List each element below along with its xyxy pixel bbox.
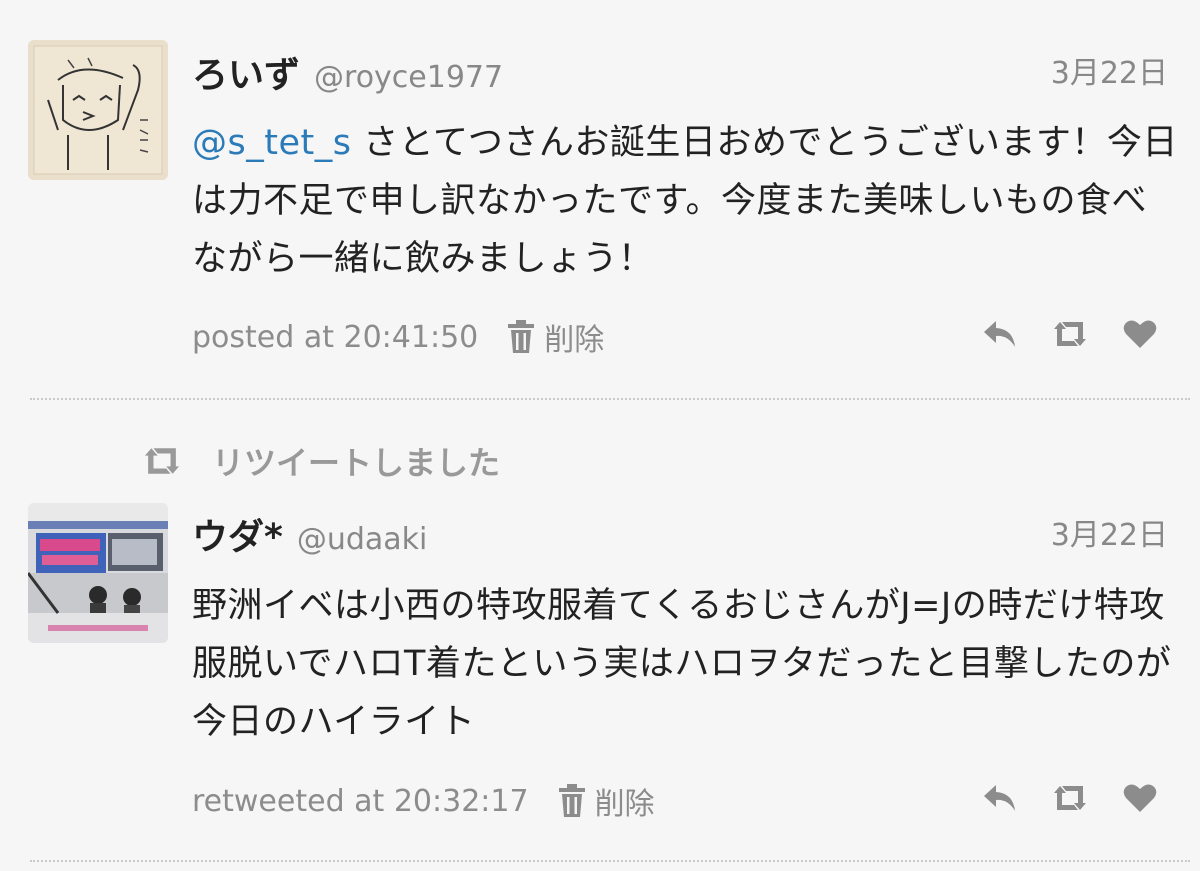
tweet-divider	[30, 860, 1190, 862]
timeline: ろいず @royce1977 3月22日 @s_tet_s さとてつさんお誕生日お…	[0, 0, 1200, 871]
tweet-item: ウダ* @udaaki 3月22日 野洲イベは小西の特攻服着てくるおじさんがJ=J…	[0, 0, 1200, 871]
retweet-icon	[1054, 786, 1086, 810]
avatar-photo-icon	[28, 503, 168, 643]
retweeted-time[interactable]: retweeted at 20:32:17	[192, 784, 529, 819]
reply-icon	[984, 785, 1015, 811]
like-button[interactable]	[1120, 778, 1160, 818]
tweet-text: 野洲イベは小西の特攻服着てくるおじさんがJ=Jの時だけ特攻服脱いでハロT着たとい…	[192, 586, 1172, 742]
tweet-meta: retweeted at 20:32:17 削除	[192, 779, 655, 823]
avatar[interactable]	[28, 503, 168, 643]
delete-label: 削除	[594, 787, 655, 822]
user-handle[interactable]: @udaaki	[297, 522, 428, 557]
display-name-text[interactable]: ウダ*	[192, 517, 283, 558]
tweet-actions	[950, 778, 1160, 818]
trash-icon	[558, 784, 585, 817]
delete-button[interactable]: 削除	[557, 779, 655, 823]
retweet-button[interactable]	[1050, 778, 1090, 818]
heart-icon	[1123, 784, 1157, 812]
tweet-date[interactable]: 3月22日	[1051, 510, 1168, 554]
display-name[interactable]: ウダ* @udaaki	[192, 508, 427, 560]
reply-button[interactable]	[980, 778, 1020, 818]
